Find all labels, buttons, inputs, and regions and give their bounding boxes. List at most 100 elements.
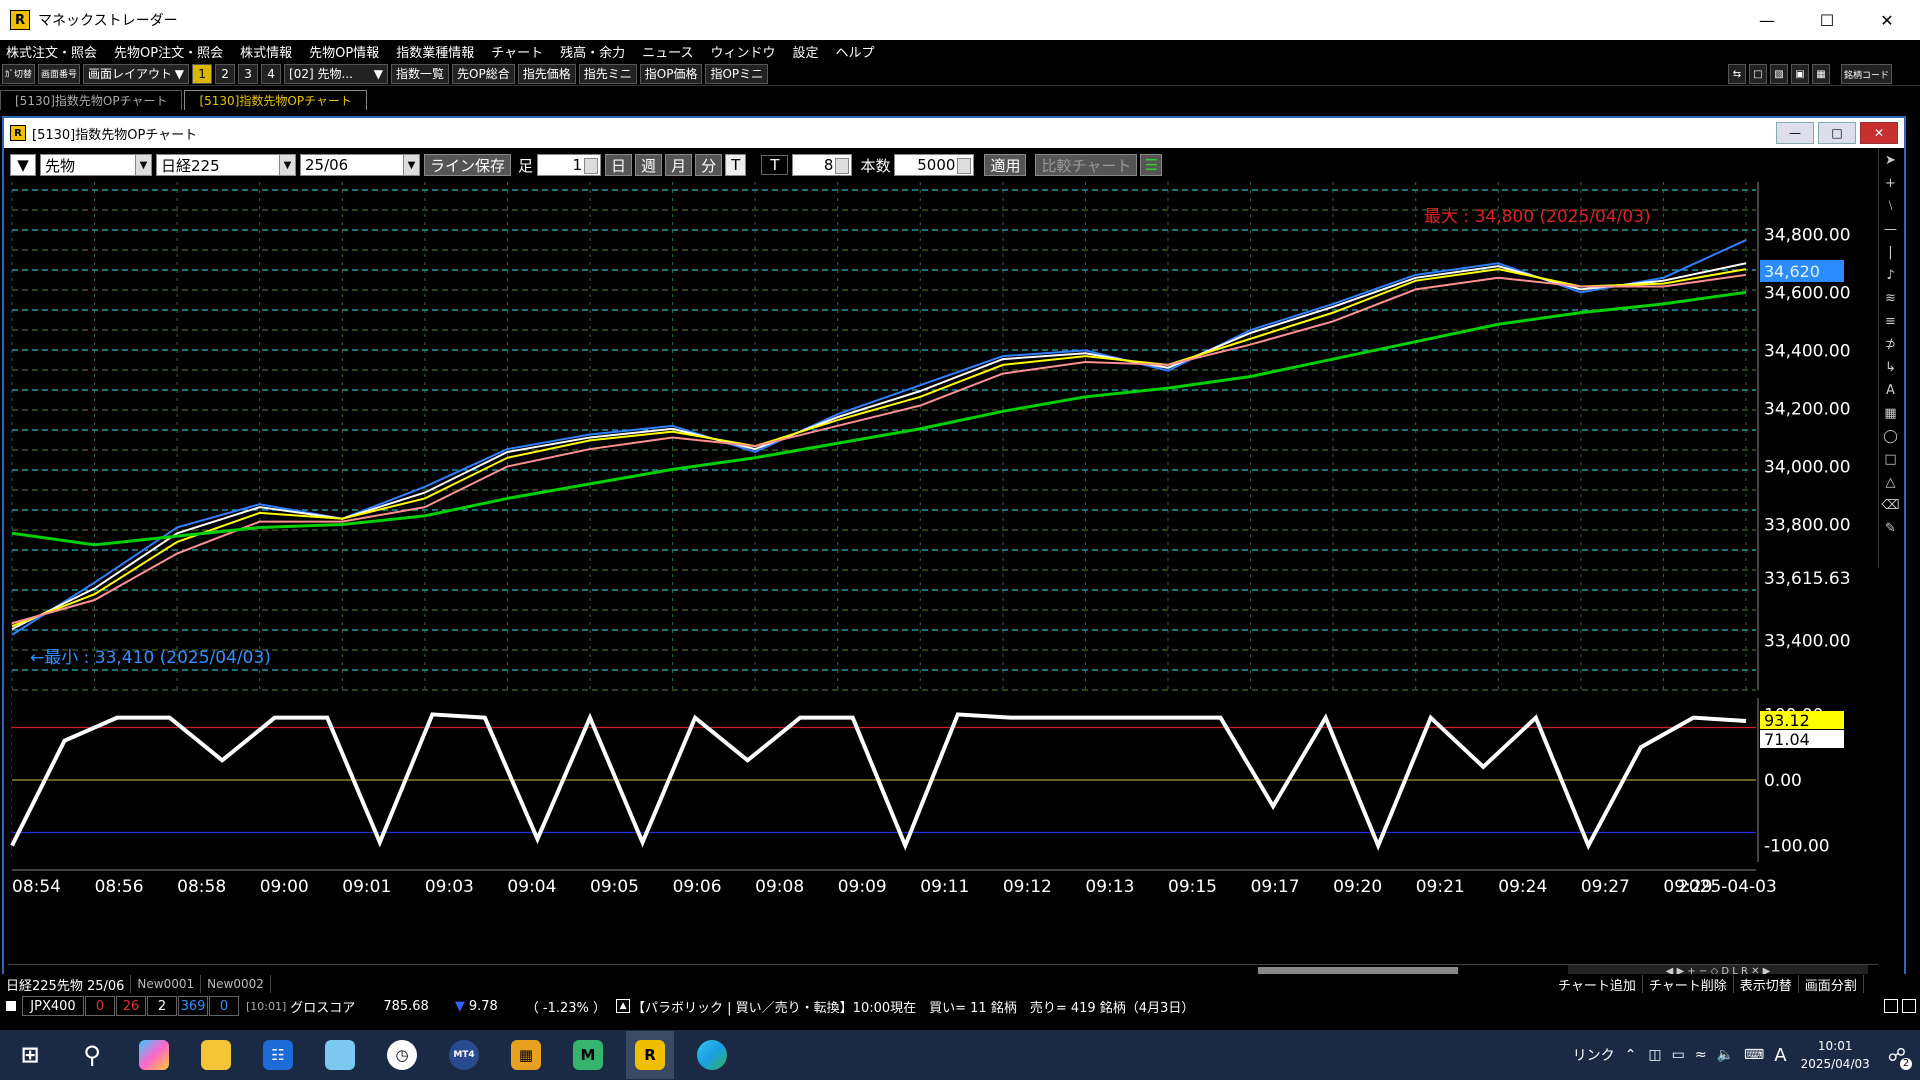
ellipse-icon[interactable]: ◯ [1881,425,1901,447]
menu-item[interactable]: 指数業種情報 [396,42,474,61]
fib-icon[interactable]: ≋ [1881,287,1901,309]
layout-dropdown[interactable]: 画面レイアウト ▼ [83,63,190,84]
vline-icon[interactable]: | [1881,241,1901,263]
menu-item[interactable]: ヘルプ [835,42,874,61]
period-day-button[interactable]: 日 [605,154,633,176]
news-icon[interactable]: ▲ [616,999,631,1013]
menu-item[interactable]: チャート [491,42,543,61]
edge-icon[interactable] [688,1031,736,1079]
menu-item[interactable]: 残高・余力 [560,42,625,61]
speaker-mute-icon[interactable]: 🔈 [1717,1047,1734,1063]
cycle-icon[interactable]: ↳ [1881,356,1901,378]
keyboard-icon[interactable]: ⌨ [1744,1047,1764,1063]
m-app-icon[interactable]: M [564,1031,612,1079]
toolbar-button[interactable]: 指OP価格 [639,63,703,84]
period-month-button[interactable]: 月 [665,154,693,176]
t-input[interactable]: 8 [792,154,853,176]
gann-icon[interactable]: ⊅ [1881,333,1901,355]
menu-item[interactable]: 設定 [792,42,818,61]
line-save-button[interactable]: ライン保存 [424,154,512,176]
layout-num-button[interactable]: 1 [192,63,213,84]
maximize-button[interactable]: ☐ [1798,0,1856,40]
lock-icon[interactable]: ▣ [1791,64,1809,84]
window-icon[interactable]: □ [1749,64,1767,84]
toolbar-button[interactable]: 先OP総合 [452,63,515,84]
battery-icon[interactable]: ▭ [1672,1047,1685,1063]
status-box-icon[interactable] [1884,999,1898,1013]
status-box-icon[interactable] [1902,999,1916,1013]
month-select[interactable]: 25/06 ▼ [300,154,420,176]
clock[interactable]: 10:01 2025/04/03 [1801,1037,1870,1073]
chart-area[interactable]: 34,800.00 34,600.00 34,400.00 34,200.00 34,0… [8,182,1878,964]
apply-button[interactable]: 適用 [984,154,1027,176]
triangle-icon[interactable]: △ [1881,471,1901,493]
app-icon[interactable]: ☷ [254,1031,302,1079]
chevron-up-icon[interactable]: ⌃ [1625,1047,1637,1063]
minimize-button[interactable]: — [1738,0,1796,40]
add-chart-button[interactable]: チャート追加 [1552,975,1643,994]
delete-chart-button[interactable]: チャート削除 [1643,975,1734,994]
grid-app-icon[interactable]: ▦ [502,1031,550,1079]
compare-chart-button[interactable]: 比較チャート [1035,154,1138,176]
toolbar-button[interactable]: 指先価格 [517,63,576,84]
crosshair-icon[interactable]: + [1881,172,1901,194]
mt4-icon[interactable]: MT4 [440,1031,488,1079]
copilot-icon[interactable] [130,1031,178,1079]
table-icon[interactable]: ▦ [1881,402,1901,424]
layout-num-button[interactable]: 3 [238,63,259,84]
chart-close-button[interactable]: ✕ [1860,122,1898,144]
cursor-icon[interactable]: ➤ [1881,149,1901,171]
trendline-icon[interactable]: ⧵ [1881,195,1901,217]
windows-start-icon[interactable]: ⊞ [6,1031,54,1079]
switch-button[interactable]: ｶﾞ切替 [2,63,36,84]
wifi-icon[interactable]: ≈ [1695,1047,1707,1063]
period-tick-button[interactable]: T [725,154,747,176]
indicator-icon[interactable]: ☰ [1140,154,1163,176]
monex-trader-icon[interactable]: R [626,1031,674,1079]
rectangle-icon[interactable]: □ [1881,448,1901,470]
menu-item[interactable]: 先物OP情報 [309,42,379,61]
notification-icon[interactable]: ☍ 2 [1888,1045,1912,1070]
print-icon[interactable]: ▧ [1770,64,1788,84]
chart-minimize-button[interactable]: — [1776,122,1814,144]
layout-num-button[interactable]: 4 [261,63,282,84]
toggle-display-button[interactable]: 表示切替 [1734,975,1799,994]
bottom-tab[interactable]: New0001 [131,975,202,993]
device-icon[interactable]: ◫ [1648,1047,1661,1063]
close-button[interactable]: ✕ [1858,0,1916,40]
chart-maximize-button[interactable]: □ [1818,122,1856,144]
channel-icon[interactable]: ≡ [1881,310,1901,332]
preset-dropdown[interactable]: [02] 先物... ▼ [284,63,389,84]
toolbar-button[interactable]: 指OPミニ [705,63,769,84]
window-tab-active[interactable]: [5130]指数先物OPチャート [184,90,367,110]
menu-item[interactable]: 先物OP注文・照会 [114,42,223,61]
stock-code-button[interactable]: 銘柄コード [1841,64,1893,84]
menu-item[interactable]: 株式注文・照会 [6,42,97,61]
status-news[interactable]: 【パラボリック | 買い／売り・転換】10:00現在 買い= 11 銘柄 売り=… [632,997,1194,1016]
bell-icon[interactable]: ♪ [1881,264,1901,286]
count-input[interactable]: 5000 [894,154,975,176]
split-screen-button[interactable]: 画面分割 [1799,975,1864,994]
eraser-icon[interactable]: ⌫ [1881,494,1901,516]
grid-icon[interactable]: ▦ [1812,64,1830,84]
toolbar-button[interactable]: 指数一覧 [391,63,450,84]
arrows-icon[interactable]: ⇆ [1728,64,1746,84]
window-tab[interactable]: [5130]指数先物OPチャート [0,90,183,110]
menu-item[interactable]: 株式情報 [240,42,292,61]
bottom-tab-active[interactable]: 日経225先物 25/06 [0,975,132,994]
index-select[interactable]: 日経225 ▼ [156,154,296,176]
layout-num-button[interactable]: 2 [215,63,236,84]
link-label[interactable]: リンク [1573,1045,1615,1065]
bottom-tab[interactable]: New0002 [201,975,271,993]
pen-icon[interactable]: ✎ [1881,517,1901,539]
screen-number-button[interactable]: 画面番号 [38,63,81,84]
search-icon[interactable]: ⚲ [68,1031,116,1079]
text-icon[interactable]: A [1881,379,1901,401]
explorer-icon[interactable] [192,1031,240,1079]
toolbar-button[interactable]: 指先ミニ [578,63,637,84]
ime-indicator[interactable]: A [1774,1045,1786,1066]
clock-icon[interactable]: ◷ [378,1031,426,1079]
ashi-input[interactable]: 1 [537,154,602,176]
hline-icon[interactable]: — [1881,218,1901,240]
period-week-button[interactable]: 週 [635,154,663,176]
